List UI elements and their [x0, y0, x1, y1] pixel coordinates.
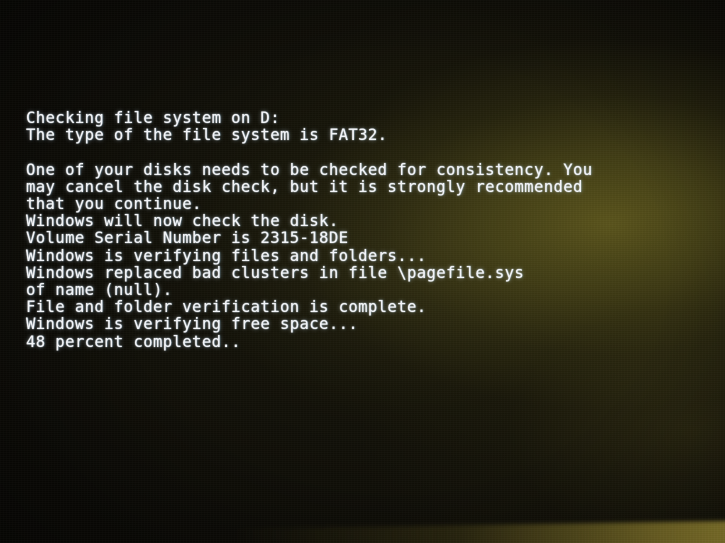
console-line: File and folder verification is complete… — [26, 298, 427, 317]
console-line: Windows will now check the disk. — [26, 212, 339, 231]
console-line: of name (null). — [26, 281, 173, 300]
console-line-progress: 48 percent completed.. — [26, 332, 241, 351]
console-line: that you continue. — [26, 195, 202, 214]
console-line: Checking file system on D: — [26, 109, 280, 127]
console-line-blank — [26, 144, 716, 161]
console-line: Windows replaced bad clusters in file \p… — [26, 263, 525, 282]
chkdsk-console-screen: Checking file system on D: The type of t… — [0, 0, 725, 543]
monitor-bezel-highlight — [0, 520, 725, 543]
console-line: The type of the file system is FAT32. — [26, 126, 388, 145]
console-line: Windows is verifying free space... — [26, 315, 359, 334]
console-line: may cancel the disk check, but it is str… — [26, 177, 583, 196]
console-line: Volume Serial Number is 2315-18DE — [26, 229, 349, 248]
console-output: Checking file system on D: The type of t… — [26, 109, 716, 351]
console-line: Windows is verifying files and folders..… — [26, 246, 427, 265]
console-line: One of your disks needs to be checked fo… — [26, 160, 593, 179]
